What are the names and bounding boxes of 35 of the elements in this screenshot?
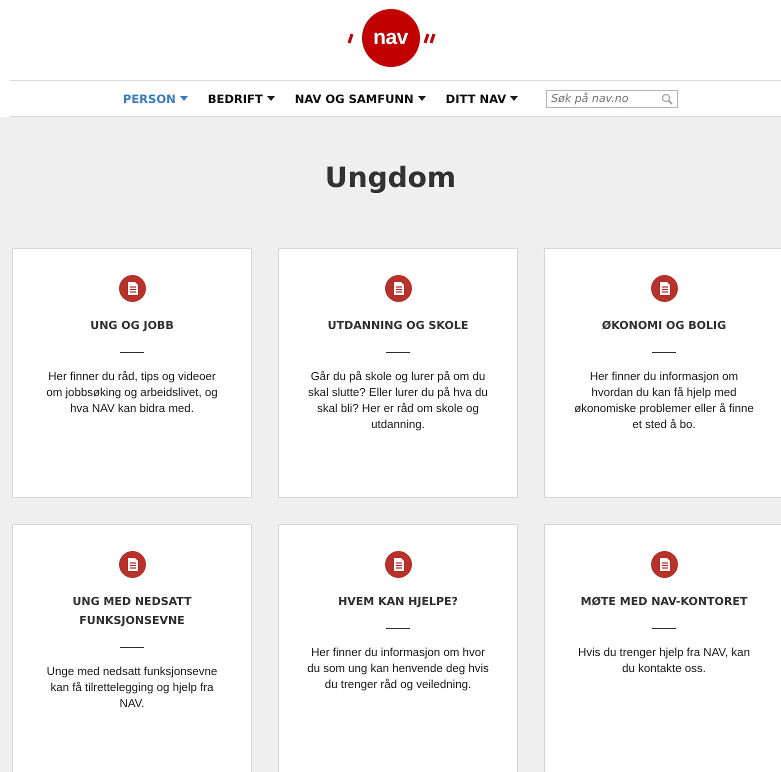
nav-menu-item[interactable]: PERSON bbox=[112, 92, 198, 106]
page-title: Ungdom bbox=[324, 161, 456, 194]
nav-menu-item[interactable]: DITT NAV bbox=[436, 92, 528, 106]
document-icon bbox=[384, 275, 412, 302]
card-title[interactable]: HVEM KAN HJELPE? bbox=[338, 592, 458, 611]
card-description: Unge med nedsatt funksjonsevne kan få tilrettelegging og hjelp fra NAV. bbox=[46, 665, 218, 712]
caret-icon bbox=[510, 96, 518, 101]
card-title[interactable]: UNG MED NEDSATT FUNKSJONSEVNE bbox=[41, 592, 223, 630]
document-icon bbox=[650, 275, 678, 302]
topic-card[interactable]: HVEM KAN HJELPE? Her finner du informasjon om hvor du som ung kan henvende deg hvis du trenger råd og veiledning. bbox=[278, 524, 518, 772]
topic-card[interactable]: UNG OG JOBB Her finner du råd, tips og videoer om jobbsøking og arbeidslivet, og hva NAV kan bidra med. bbox=[12, 248, 252, 498]
card-description: Her finner du informasjon om hvor du som ung kan henvende deg hvis du trenger råd og veiledning. bbox=[307, 646, 489, 693]
card-title[interactable]: UTDANNING OG SKOLE bbox=[328, 316, 468, 335]
nav-menu-item[interactable]: BEDRIFT bbox=[198, 92, 285, 106]
search-icon[interactable] bbox=[661, 92, 674, 104]
nav-menu-item[interactable]: NAV OG SAMFUNN bbox=[284, 92, 436, 106]
document-icon bbox=[650, 551, 678, 578]
card-description: Her finner du råd, tips og videoer om jobbsøking og arbeidslivet, og hva NAV kan bidra med. bbox=[45, 370, 219, 417]
topic-card[interactable]: ØKONOMI OG BOLIG Her finner du informasjon om hvordan du kan få hjelp med økonomiske problemer eller å finne et sted å bo. bbox=[544, 248, 781, 498]
document-icon bbox=[118, 551, 146, 578]
document-icon bbox=[384, 551, 412, 578]
topic-card[interactable]: UNG MED NEDSATT FUNKSJONSEVNE Unge med nedsatt funksjonsevne kan få tilrettelegging og hjelp fra NAV. bbox=[12, 524, 252, 772]
card-title[interactable]: ØKONOMI OG BOLIG bbox=[602, 316, 726, 335]
document-icon bbox=[118, 275, 146, 302]
card-title[interactable]: MØTE MED NAV-KONTORET bbox=[580, 592, 748, 611]
topic-card[interactable]: MØTE MED NAV-KONTORET Hvis du trenger hjelp fra NAV, kan du kontakte oss. bbox=[544, 524, 781, 772]
card-description: Her finner du informasjon om hvordan du kan få hjelp med økonomiske problemer eller å finne et sted å bo. bbox=[573, 370, 755, 433]
caret-icon bbox=[418, 96, 426, 101]
card-description: Hvis du trenger hjelp fra NAV, kan du kontakte oss. bbox=[577, 646, 751, 677]
card-description: Går du på skole og lurer på om du skal slutte? Eller lurer du på hva du skal bli? Her er råd om skole og utdanning. bbox=[307, 370, 489, 433]
card-title[interactable]: UNG OG JOBB bbox=[90, 316, 174, 335]
caret-icon bbox=[180, 96, 188, 101]
caret-icon bbox=[266, 96, 275, 101]
search-field[interactable]: Søk på nav.no bbox=[546, 90, 678, 108]
topic-card[interactable]: UTDANNING OG SKOLE Går du på skole og lurer på om du skal slutte? Eller lurer du på hva du skal bli? Her er råd om skole og utdanning. bbox=[278, 248, 518, 498]
